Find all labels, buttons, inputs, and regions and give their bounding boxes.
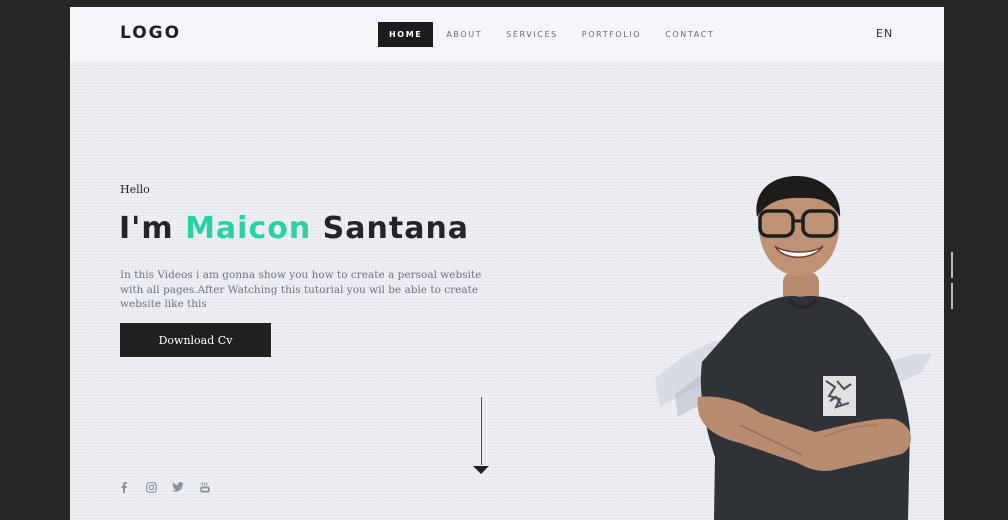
youtube-icon[interactable] (196, 480, 214, 494)
nav-services[interactable]: SERVICES (495, 22, 569, 47)
headline-accent-name: Maicon (185, 211, 312, 246)
website-preview: LOGO HOME ABOUT SERVICES PORTFOLIO CONTA… (70, 7, 944, 520)
person (697, 175, 912, 520)
scroll-down-arrow-icon[interactable] (473, 466, 489, 474)
nav-home[interactable]: HOME (378, 22, 434, 47)
headline-last-name: Santana (322, 211, 470, 246)
scroll-indicator-line (481, 397, 482, 465)
nav-portfolio[interactable]: PORTFOLIO (571, 22, 652, 47)
nav-about[interactable]: ABOUT (435, 22, 493, 47)
profile-portrait (655, 175, 932, 520)
twitter-icon[interactable] (169, 480, 187, 494)
nav-contact[interactable]: CONTACT (654, 22, 725, 47)
window-scroll-grip[interactable] (951, 252, 957, 309)
logo[interactable]: LOGO (120, 23, 181, 43)
instagram-icon[interactable] (142, 480, 160, 494)
main-nav: HOME ABOUT SERVICES PORTFOLIO CONTACT (378, 22, 727, 47)
headline-prefix: I'm (119, 211, 174, 246)
hero-greeting: Hello (120, 183, 150, 196)
hero-intro-text: In this Videos i am gonna show you how t… (120, 269, 482, 310)
social-links (115, 480, 223, 494)
facebook-icon[interactable] (115, 480, 133, 494)
site-header: LOGO HOME ABOUT SERVICES PORTFOLIO CONTA… (70, 7, 944, 63)
hero-headline: I'm Maicon Santana (119, 211, 469, 246)
download-cv-button[interactable]: Download Cv (120, 323, 271, 357)
language-switcher[interactable]: EN (876, 27, 893, 40)
